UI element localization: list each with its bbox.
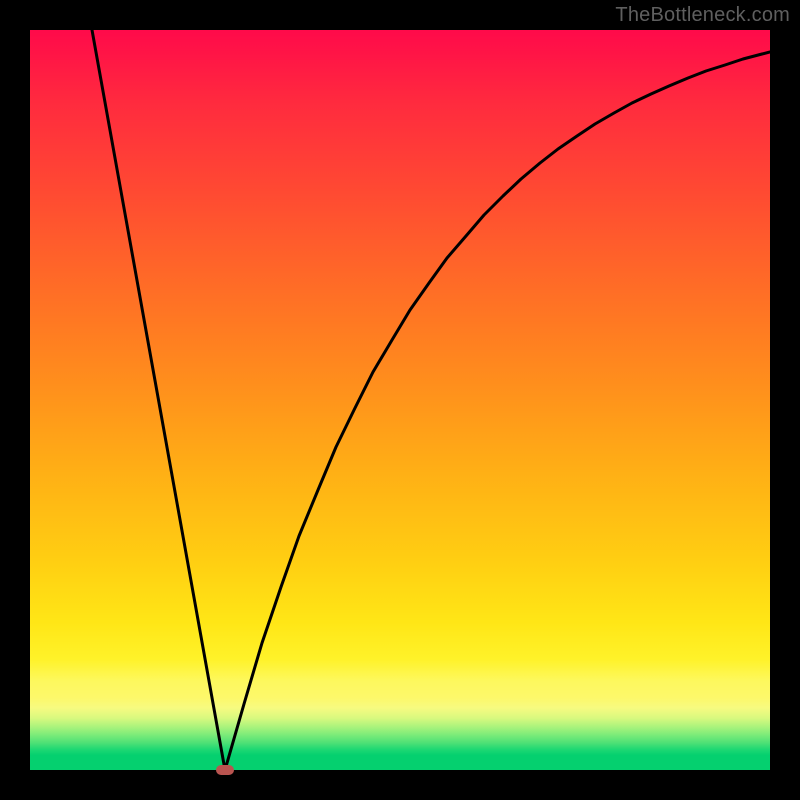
watermark-text: TheBottleneck.com bbox=[615, 4, 790, 27]
minimum-marker bbox=[216, 765, 234, 775]
curve-path bbox=[92, 30, 770, 770]
chart-frame: TheBottleneck.com bbox=[0, 0, 800, 800]
bottleneck-curve bbox=[30, 30, 770, 770]
plot-area bbox=[30, 30, 770, 770]
